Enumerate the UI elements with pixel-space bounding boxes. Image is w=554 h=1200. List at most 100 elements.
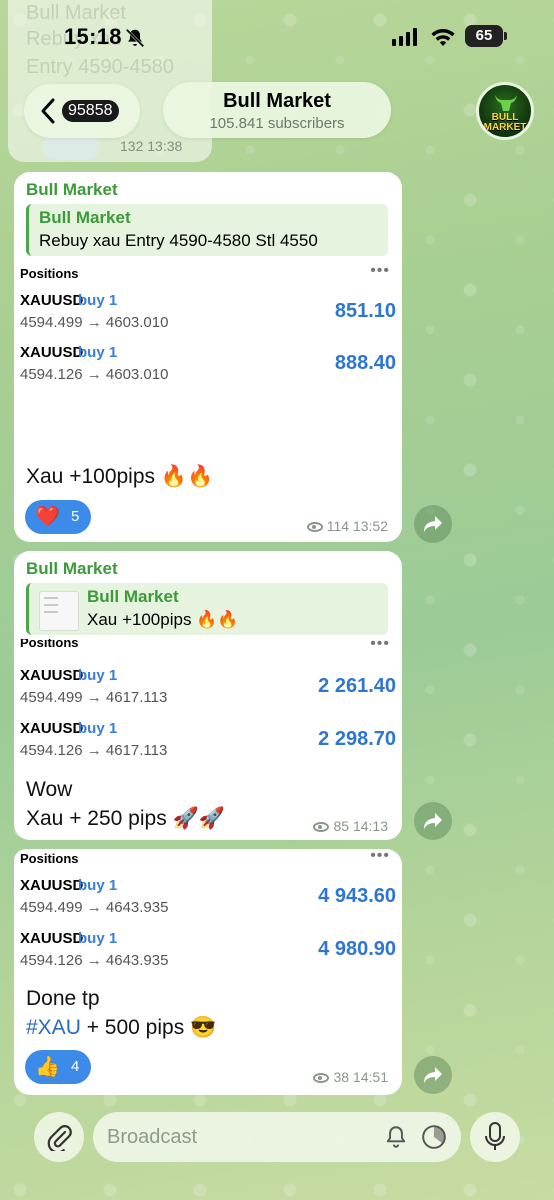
view-count: 38 <box>333 1069 350 1085</box>
position-profit: 4 943.60 <box>318 885 396 907</box>
message-bubble[interactable]: Bull Market Bull Market Rebuy xau Entry … <box>14 172 402 542</box>
message-text: Wow <box>26 778 73 801</box>
view-count: 85 <box>333 818 350 834</box>
channel-title: Bull Market <box>223 90 331 112</box>
message-bubble[interactable]: Positions ••• XAUUSD buy 1 4594.499 → 46… <box>14 849 402 1095</box>
avatar-label: BULL MARKET <box>483 112 527 133</box>
position-prices: 4594.499 → 4603.010 <box>20 314 169 331</box>
message-sender: Bull Market <box>26 180 118 199</box>
reaction-chip[interactable]: 👍 4 <box>25 1050 91 1084</box>
quote-sender: Bull Market <box>87 587 179 606</box>
cellular-signal-icon <box>392 28 417 46</box>
message-text: Xau + 250 pips 🚀🚀 <box>26 807 225 830</box>
message-time: 14:13 <box>352 818 388 834</box>
share-button[interactable] <box>414 1056 452 1094</box>
position-side: buy 1 <box>78 667 118 684</box>
message-sender: Bull Market <box>26 559 118 578</box>
microphone-button[interactable] <box>470 1112 520 1162</box>
battery-indicator: 65 <box>465 25 507 47</box>
position-side: buy 1 <box>78 930 118 947</box>
channel-header[interactable]: Bull Market 105.841 subscribers <box>163 82 391 138</box>
position-symbol: XAUUSD <box>20 667 84 684</box>
broadcast-input[interactable] <box>107 1121 367 1153</box>
eye-icon <box>306 522 323 532</box>
position-row: XAUUSD buy 1 4594.126 → 4643.935 4 980.9… <box>20 930 396 976</box>
position-prices: 4594.126 → 4603.010 <box>20 366 169 383</box>
bell-muted-icon <box>125 28 145 48</box>
quote-text: Xau +100pips 🔥🔥 <box>87 610 239 629</box>
position-row: XAUUSD buy 1 4594.499 → 4617.113 2 261.4… <box>20 667 396 713</box>
position-profit: 851.10 <box>334 300 396 322</box>
message-composer[interactable] <box>93 1112 461 1162</box>
message-text: Done tp <box>26 987 100 1010</box>
timer-icon[interactable] <box>421 1124 447 1150</box>
position-prices: 4594.499 → 4617.113 <box>20 689 168 706</box>
position-profit: 2 298.70 <box>318 728 396 750</box>
share-button[interactable] <box>414 802 452 840</box>
thumbs-up-icon: 👍 <box>35 1056 60 1078</box>
eye-icon <box>313 1073 330 1083</box>
quote-sender: Bull Market <box>39 208 131 227</box>
position-prices: 4594.126 → 4643.935 <box>20 952 169 969</box>
heart-icon: ❤️ <box>35 506 60 528</box>
chevron-left-icon <box>41 98 55 124</box>
position-side: buy 1 <box>78 877 118 894</box>
message-text-rest: + 500 pips 😎 <box>80 1016 217 1039</box>
subscriber-count: 105.841 subscribers <box>209 115 345 132</box>
reaction-chip[interactable]: ❤️ 5 <box>25 500 91 534</box>
reply-quote[interactable]: Bull Market Rebuy xau Entry 4590-4580 St… <box>26 204 388 256</box>
position-row: XAUUSD buy 1 4594.126 → 4617.113 2 298.7… <box>20 720 396 766</box>
position-symbol: XAUUSD <box>20 344 84 361</box>
reply-quote[interactable]: Bull Market Xau +100pips 🔥🔥 <box>26 583 388 635</box>
previous-message-meta: 132 13:38 <box>120 138 183 154</box>
message-meta: 114 13:52 <box>306 518 388 534</box>
position-symbol: XAUUSD <box>20 720 84 737</box>
share-arrow-icon <box>424 813 442 829</box>
bell-icon[interactable] <box>383 1124 409 1150</box>
clock: 15:18 <box>64 24 122 49</box>
position-profit: 2 261.40 <box>318 675 396 697</box>
positions-header: Positions <box>20 851 79 866</box>
microphone-icon <box>485 1122 505 1150</box>
position-prices: 4594.126 → 4617.113 <box>20 742 168 759</box>
more-dots-icon: ••• <box>370 849 390 864</box>
positions-header: Positions <box>20 639 79 650</box>
quote-text: Rebuy xau Entry 4590-4580 Stl 4550 <box>39 231 318 250</box>
position-symbol: XAUUSD <box>20 930 84 947</box>
positions-header: Positions <box>20 266 79 281</box>
position-side: buy 1 <box>78 720 118 737</box>
message-meta: 85 14:13 <box>313 818 388 834</box>
attach-button[interactable] <box>34 1112 84 1162</box>
position-side: buy 1 <box>78 292 118 309</box>
position-symbol: XAUUSD <box>20 877 84 894</box>
position-profit: 4 980.90 <box>318 938 396 960</box>
view-count: 114 <box>326 518 350 534</box>
reaction-count: 4 <box>71 1058 80 1075</box>
channel-avatar[interactable]: BULL MARKET <box>476 82 534 140</box>
share-button[interactable] <box>414 505 452 543</box>
position-profit: 888.40 <box>334 352 396 374</box>
share-arrow-icon <box>424 516 442 532</box>
eye-icon <box>313 822 330 832</box>
paperclip-icon <box>47 1125 72 1151</box>
back-button[interactable]: 95858 <box>24 84 140 138</box>
position-row: XAUUSD buy 1 4594.126 → 4603.010 888.40 <box>20 344 396 390</box>
message-time: 13:52 <box>352 518 388 534</box>
message-time: 14:51 <box>352 1069 388 1085</box>
hashtag-link[interactable]: #XAU <box>26 1016 81 1039</box>
position-symbol: XAUUSD <box>20 292 84 309</box>
message-bubble[interactable]: Bull Market Bull Market Xau +100pips 🔥🔥 … <box>14 551 402 840</box>
message-text: Xau +100pips 🔥🔥 <box>26 465 214 488</box>
position-prices: 4594.499 → 4643.935 <box>20 899 169 916</box>
position-row: XAUUSD buy 1 4594.499 → 4603.010 851.10 <box>20 292 396 338</box>
position-row: XAUUSD buy 1 4594.499 → 4643.935 4 943.6… <box>20 877 396 923</box>
status-bar: 15:18 65 <box>0 0 554 72</box>
quote-thumbnail <box>39 591 79 631</box>
message-text: #XAU + 500 pips 😎 <box>26 1013 216 1042</box>
wifi-icon <box>431 29 455 46</box>
share-arrow-icon <box>424 1067 442 1083</box>
bull-logo-icon <box>495 95 517 111</box>
position-side: buy 1 <box>78 344 118 361</box>
reaction-count: 5 <box>71 508 80 525</box>
message-meta: 38 14:51 <box>313 1069 388 1085</box>
